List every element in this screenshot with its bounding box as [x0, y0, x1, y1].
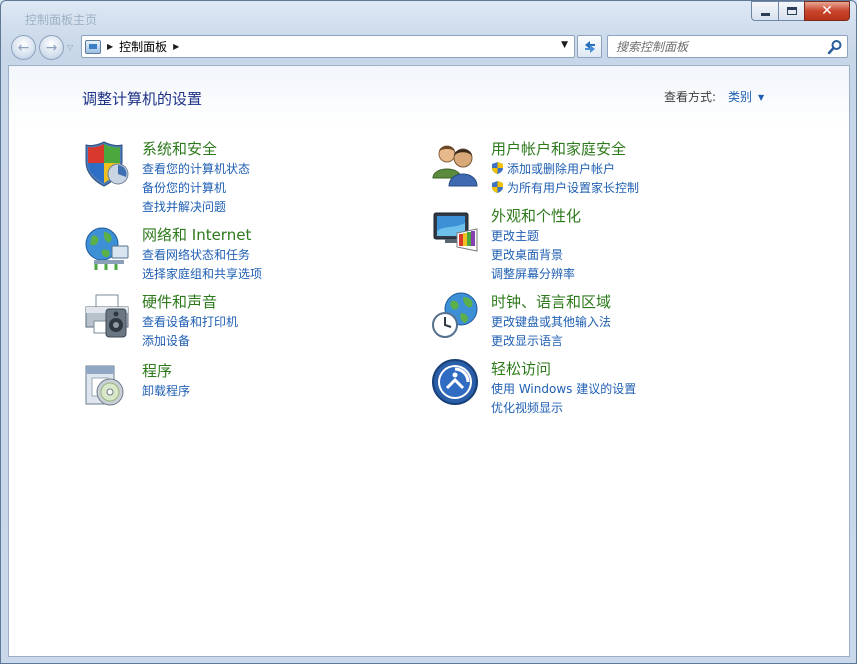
- clock-globe-icon[interactable]: [431, 291, 481, 341]
- category-title[interactable]: 外观和个性化: [491, 205, 581, 226]
- search-icon[interactable]: [827, 39, 843, 55]
- link-change-display-language[interactable]: 更改显示语言: [491, 332, 611, 351]
- window-title: 控制面板主页: [25, 13, 98, 27]
- search-box: [607, 35, 848, 58]
- link-view-devices-printers[interactable]: 查看设备和打印机: [142, 313, 238, 332]
- minimize-icon: [760, 12, 770, 16]
- close-icon: ✕: [821, 3, 833, 19]
- back-button[interactable]: ←: [11, 35, 36, 60]
- link-add-device[interactable]: 添加设备: [142, 332, 238, 351]
- link-backup-computer[interactable]: 备份您的计算机: [142, 179, 250, 198]
- forward-button[interactable]: →: [39, 35, 64, 60]
- minimize-button[interactable]: [751, 1, 778, 21]
- main-content: 调整计算机的设置 查看方式: 类别 系统和安全 查看您的计算机状态 备份您的计算…: [8, 65, 850, 657]
- control-panel-window: 控制面板主页 ✕ ← → ▽ ▶ 控制面板 ▶ ▼ 搜索控制面板 调整计算机的设…: [0, 0, 857, 664]
- link-homegroup-sharing[interactable]: 选择家庭组和共享选项: [142, 265, 262, 284]
- category-title[interactable]: 轻松访问: [491, 358, 551, 379]
- window-controls: ✕: [751, 1, 850, 21]
- category-hardware-sound: 硬件和声音 查看设备和打印机 添加设备: [82, 291, 382, 351]
- page-title: 调整计算机的设置: [82, 90, 203, 108]
- recent-pages-dropdown[interactable]: ▽: [67, 43, 73, 52]
- category-clock-language-region: 时钟、语言和区域 更改键盘或其他输入法 更改显示语言: [431, 291, 731, 351]
- category-title[interactable]: 硬件和声音: [142, 291, 217, 312]
- globe-network-icon[interactable]: [82, 224, 132, 274]
- link-label: 为所有用户设置家长控制: [507, 181, 640, 195]
- link-change-desktop-background[interactable]: 更改桌面背景: [491, 246, 575, 265]
- maximize-icon: [786, 7, 797, 15]
- search-input[interactable]: [616, 37, 816, 57]
- category-programs: 程序 卸载程序: [82, 360, 382, 410]
- link-find-fix-problems[interactable]: 查找并解决问题: [142, 198, 250, 217]
- ease-of-access-icon[interactable]: [431, 358, 481, 408]
- address-history-dropdown-icon[interactable]: ▼: [561, 40, 568, 50]
- category-network-internet: 网络和 Internet 查看网络状态和任务 选择家庭组和共享选项: [82, 224, 382, 284]
- close-button[interactable]: ✕: [804, 1, 850, 21]
- address-bar[interactable]: ▶ 控制面板 ▶ ▼: [81, 35, 575, 58]
- arrow-left-icon: ←: [17, 39, 30, 56]
- printer-icon[interactable]: [82, 291, 132, 341]
- link-change-keyboard-input[interactable]: 更改键盘或其他输入法: [491, 313, 611, 332]
- view-by-dropdown[interactable]: 类别: [728, 88, 764, 105]
- link-optimize-visual-display[interactable]: 优化视频显示: [491, 399, 636, 418]
- category-title[interactable]: 网络和 Internet: [142, 224, 251, 245]
- uac-shield-icon: [492, 162, 503, 174]
- arrow-right-icon: →: [45, 39, 58, 56]
- breadcrumb-control-panel[interactable]: 控制面板: [119, 38, 167, 55]
- category-system-security: 系统和安全 查看您的计算机状态 备份您的计算机 查找并解决问题: [82, 138, 382, 214]
- category-title[interactable]: 程序: [142, 360, 172, 381]
- link-windows-suggested-settings[interactable]: 使用 Windows 建议的设置: [491, 380, 636, 399]
- category-user-accounts: 用户帐户和家庭安全 添加或删除用户帐户 为所有用户设置家长控制: [431, 138, 731, 198]
- refresh-button[interactable]: [577, 35, 602, 58]
- shield-icon[interactable]: [82, 138, 132, 188]
- refresh-icon: [584, 40, 595, 53]
- link-view-network-status[interactable]: 查看网络状态和任务: [142, 246, 262, 265]
- uac-shield-icon: [492, 181, 503, 193]
- link-change-theme[interactable]: 更改主题: [491, 227, 575, 246]
- link-view-computer-status[interactable]: 查看您的计算机状态: [142, 160, 250, 179]
- view-by-label: 查看方式:: [664, 90, 717, 104]
- category-title[interactable]: 用户帐户和家庭安全: [491, 138, 626, 159]
- breadcrumb-separator-icon[interactable]: ▶: [107, 42, 113, 51]
- maximize-button[interactable]: [778, 1, 804, 21]
- category-appearance: 外观和个性化 更改主题 更改桌面背景 调整屏幕分辨率: [431, 205, 731, 281]
- breadcrumb-separator-icon[interactable]: ▶: [173, 42, 179, 51]
- link-add-remove-accounts[interactable]: 添加或删除用户帐户: [491, 160, 639, 179]
- control-panel-icon: [85, 39, 101, 54]
- link-parental-controls[interactable]: 为所有用户设置家长控制: [491, 179, 639, 198]
- link-uninstall-program[interactable]: 卸载程序: [142, 382, 190, 401]
- link-label: 添加或删除用户帐户: [507, 162, 616, 176]
- category-ease-of-access: 轻松访问 使用 Windows 建议的设置 优化视频显示: [431, 358, 731, 418]
- users-icon[interactable]: [431, 138, 481, 188]
- category-title[interactable]: 系统和安全: [142, 138, 217, 159]
- monitor-palette-icon[interactable]: [431, 205, 481, 255]
- category-title[interactable]: 时钟、语言和区域: [491, 291, 611, 312]
- programs-icon[interactable]: [82, 360, 132, 410]
- link-adjust-resolution[interactable]: 调整屏幕分辨率: [491, 265, 575, 284]
